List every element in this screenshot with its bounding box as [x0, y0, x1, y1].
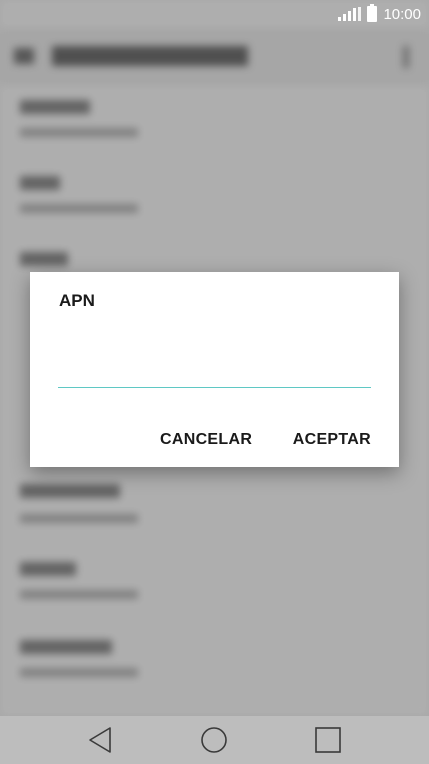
ok-button[interactable]: ACEPTAR — [293, 431, 371, 449]
dialog-title: APN — [59, 291, 95, 310]
recents-button[interactable] — [313, 725, 343, 755]
back-button[interactable] — [86, 725, 116, 755]
apn-dialog: APN CANCELAR ACEPTAR — [30, 272, 399, 467]
recents-square-icon — [315, 727, 341, 753]
battery-icon — [367, 4, 378, 22]
signal-icon — [338, 7, 362, 21]
cancel-button[interactable]: CANCELAR — [160, 431, 252, 449]
home-circle-icon — [201, 727, 227, 753]
status-bar: 10:00 — [0, 0, 429, 28]
apn-input[interactable] — [58, 358, 371, 388]
screen: 10:00 APN CANCELAR ACEPTAR — [0, 0, 429, 764]
back-triangle-icon — [89, 727, 111, 753]
status-time: 10:00 — [383, 5, 421, 23]
navigation-bar — [0, 716, 429, 764]
home-button[interactable] — [199, 725, 229, 755]
